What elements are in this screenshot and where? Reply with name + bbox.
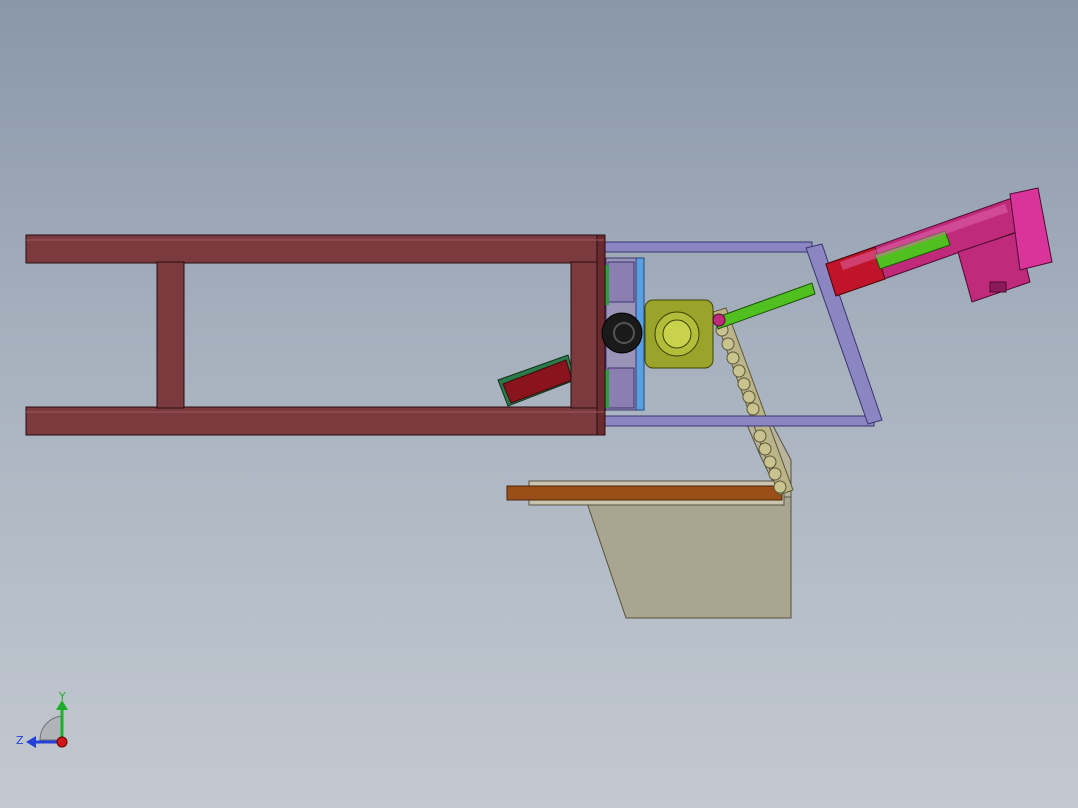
main-frame[interactable] <box>25 234 606 436</box>
roller <box>732 364 746 378</box>
roller <box>726 351 740 365</box>
sub-frame-top-bar <box>603 241 813 253</box>
chute-plate[interactable] <box>584 496 792 619</box>
piston-rod[interactable] <box>714 282 816 330</box>
frame-right-cross <box>570 261 599 409</box>
cad-graphics-area[interactable]: Y Z <box>0 0 1078 808</box>
sub-frame-bottom-bar <box>603 415 875 427</box>
rod-end-joint[interactable] <box>712 313 726 327</box>
air-cylinder[interactable] <box>825 187 1053 303</box>
triad-arc <box>39 715 63 741</box>
roller <box>768 467 782 481</box>
guide-block-bottom[interactable] <box>607 367 635 409</box>
guide-block-top[interactable] <box>607 261 635 303</box>
roller <box>737 377 751 391</box>
y-axis-label: Y <box>58 690 66 703</box>
roller <box>742 390 756 404</box>
frame-top-rail <box>25 234 605 264</box>
hub-center <box>662 319 692 349</box>
roller-chain[interactable] <box>715 323 787 494</box>
z-axis-label: Z <box>16 734 24 747</box>
x-axis-dot <box>56 736 68 748</box>
z-arrow-icon <box>26 736 36 748</box>
frame-bottom-rail <box>25 406 605 436</box>
roller <box>753 429 767 443</box>
frame-left-cross <box>156 261 185 409</box>
orange-bar[interactable] <box>506 485 783 501</box>
roller <box>763 455 777 469</box>
roller <box>721 337 735 351</box>
roller <box>746 402 760 416</box>
motor-connector <box>989 281 1007 293</box>
assembly-model[interactable]: Y Z <box>0 0 1078 808</box>
orientation-triad: Y Z <box>16 690 68 748</box>
black-coupling[interactable] <box>601 312 643 354</box>
roller <box>773 480 787 494</box>
roller <box>758 442 772 456</box>
